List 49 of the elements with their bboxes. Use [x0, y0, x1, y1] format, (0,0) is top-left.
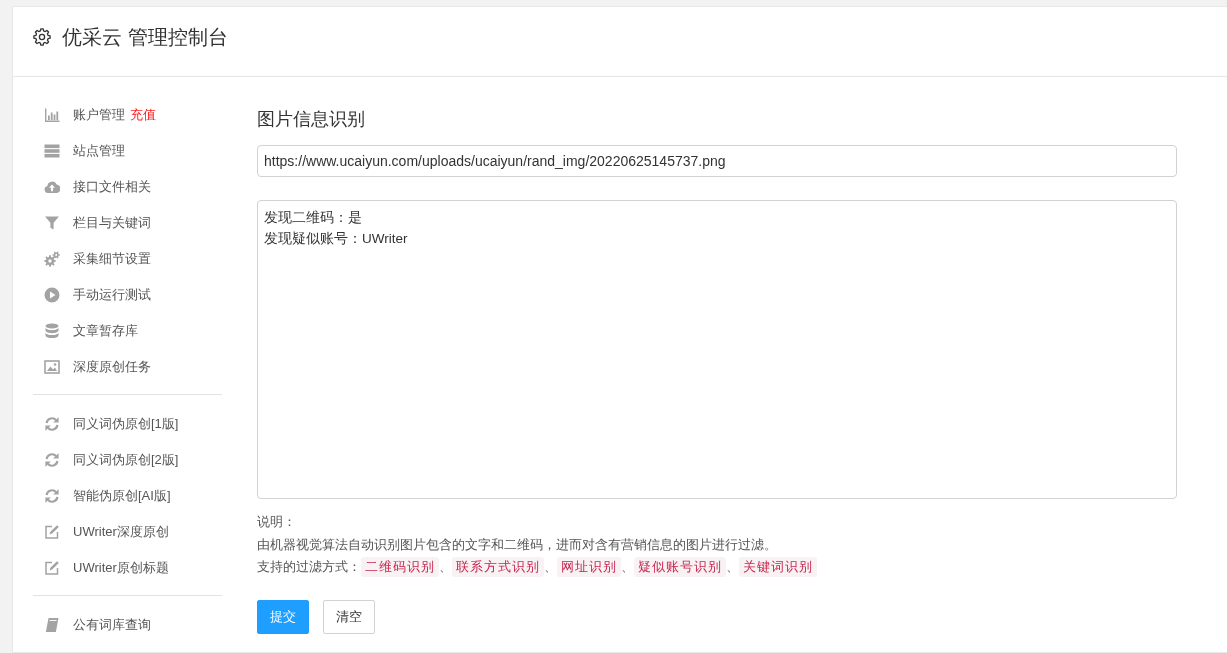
list-separator: 、: [726, 559, 739, 576]
sidebar-item[interactable]: 接口文件相关: [33, 169, 222, 205]
refresh-icon: [44, 452, 60, 468]
filter-tag: 疑似账号识别: [634, 557, 726, 578]
filter-icon: [44, 215, 60, 231]
sidebar-item[interactable]: 栏目与关键词: [33, 205, 222, 241]
bar-chart-icon: [44, 107, 60, 123]
sidebar-item[interactable]: UWriter深度原创: [33, 514, 222, 550]
edit-icon: [44, 524, 60, 540]
notes-description: 由机器视觉算法自动识别图片包含的文字和二维码，进而对含有营销信息的图片进行过滤。: [257, 536, 777, 554]
filter-tag: 二维码识别: [361, 557, 439, 578]
play-icon: [44, 287, 60, 303]
page-title: 图片信息识别: [257, 108, 366, 131]
refresh-icon: [44, 416, 60, 432]
database-icon: [44, 323, 60, 339]
filter-tag: 关键词识别: [739, 557, 817, 578]
server-icon: [44, 143, 60, 159]
edit-icon: [44, 560, 60, 576]
clear-button[interactable]: 清空: [323, 599, 375, 634]
sidebar-item[interactable]: 深度原创任务: [33, 349, 222, 385]
sidebar-item[interactable]: 采集细节设置: [33, 241, 222, 277]
console-title: 优采云 管理控制台: [62, 24, 228, 50]
list-separator: 、: [439, 559, 452, 576]
list-separator: 、: [544, 559, 557, 576]
sidebar-item[interactable]: 账户管理 充值: [33, 97, 222, 133]
recharge-link[interactable]: 充值: [130, 106, 156, 124]
book-icon: [44, 617, 60, 633]
sidebar-item[interactable]: 站点管理: [33, 133, 222, 169]
result-line: 发现疑似账号：UWriter: [264, 230, 408, 248]
url-field[interactable]: https://www.ucaiyun.com/uploads/ucaiyun/rand_img/20220625145737.png: [257, 145, 1177, 177]
result-field[interactable]: 发现二维码：是 发现疑似账号：UWriter: [257, 200, 1177, 499]
list-separator: 、: [621, 559, 634, 576]
filter-tag: 网址识别: [557, 557, 621, 578]
result-line: 发现二维码：是: [264, 209, 362, 227]
sidebar-item[interactable]: 同义词伪原创[1版]: [33, 406, 222, 442]
sidebar-item[interactable]: 同义词伪原创[2版]: [33, 442, 222, 478]
filters-label: 支持的过滤方式：: [257, 559, 361, 576]
filter-tag: 联系方式识别: [452, 557, 544, 578]
sidebar-item[interactable]: 公有词库查询: [33, 607, 222, 643]
cloud-upload-icon: [44, 179, 60, 195]
sidebar-item[interactable]: 手动运行测试: [33, 277, 222, 313]
settings-icon: [33, 28, 51, 46]
picture-icon: [44, 359, 60, 375]
sidebar-item[interactable]: UWriter原创标题: [33, 550, 222, 586]
notes-heading: 说明：: [257, 514, 296, 531]
sidebar-item[interactable]: 智能伪原创[AI版]: [33, 478, 222, 514]
sidebar-item[interactable]: 文章暂存库: [33, 313, 222, 349]
gears-icon: [44, 251, 60, 267]
refresh-icon: [44, 488, 60, 504]
